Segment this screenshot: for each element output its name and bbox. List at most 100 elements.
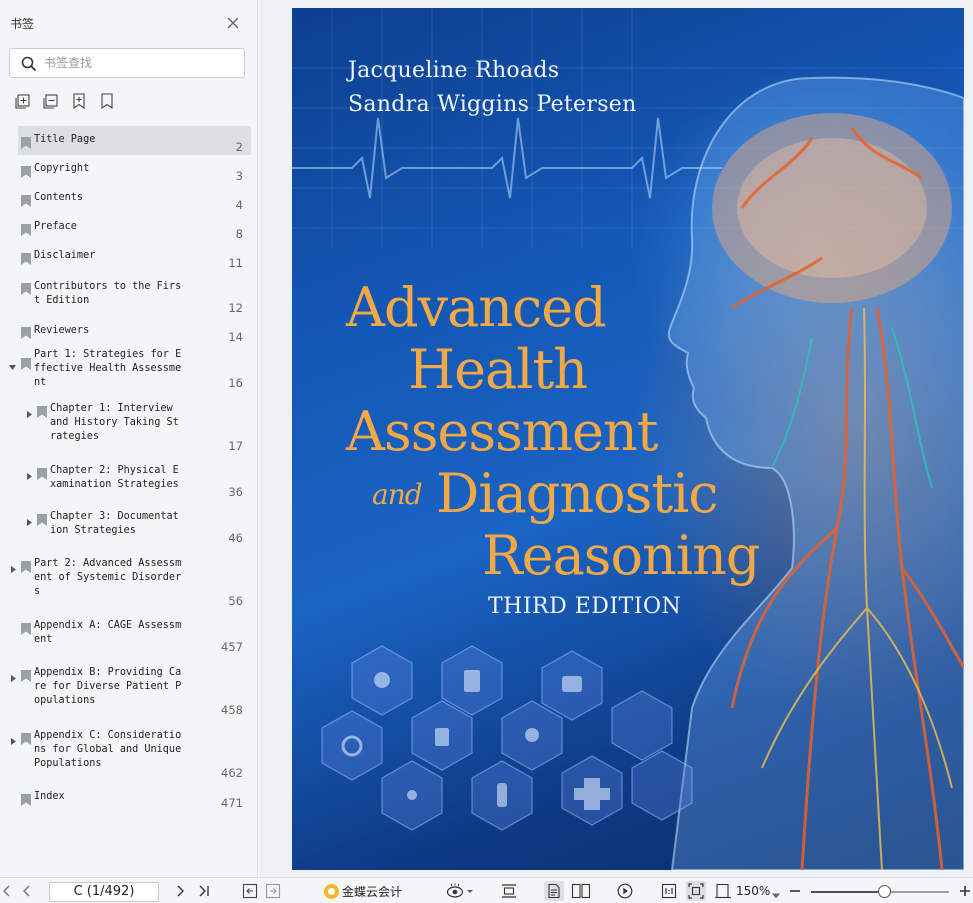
zoom-slider-fill: [811, 891, 885, 893]
next-page-icon[interactable]: [175, 883, 185, 899]
bookmark-item[interactable]: Chapter 1: Interview and History Taking …: [0, 401, 257, 458]
bookmark-flag-icon: [21, 730, 31, 745]
bookmark-label: Part 2: Advanced Assessm ent of Systemic…: [34, 558, 182, 597]
bookmark-item[interactable]: Disclaimer 11: [0, 242, 257, 271]
bookmark-label: Preface: [34, 221, 77, 232]
bookmark-label: Title Page: [34, 134, 96, 145]
expand-arrow-icon[interactable]: [25, 404, 34, 418]
bookmark-flag-icon: [21, 192, 31, 207]
cover-author: Jacqueline Rhoads: [348, 58, 560, 83]
cover-title-line: Health: [408, 338, 588, 401]
read-mode-icon[interactable]: [446, 883, 476, 899]
bookmark-page-number: 457: [221, 640, 243, 654]
bookmark-item[interactable]: Appendix A: CAGE Assessm ent 457: [0, 618, 257, 658]
bookmark-page-number: 11: [228, 256, 243, 270]
zoom-level-dropdown[interactable]: 150%: [736, 884, 770, 898]
go-back-icon[interactable]: [242, 883, 258, 899]
bookmark-item[interactable]: Preface 8: [0, 213, 257, 242]
bookmark-page-number: 458: [221, 703, 243, 717]
bookmark-page-number: 3: [235, 169, 243, 183]
cloud-accounting-label: 金蝶云会计: [342, 884, 403, 899]
bookmark-item[interactable]: Contributors to the Firs t Edition 12: [0, 271, 257, 315]
cover-title-line: Advanced: [346, 276, 607, 339]
bookmark-item[interactable]: Part 1: Strategies for E ffective Health…: [0, 344, 257, 396]
collapse-all-icon[interactable]: [42, 92, 60, 110]
go-forward-icon[interactable]: [265, 883, 281, 899]
expand-arrow-icon[interactable]: [9, 731, 18, 745]
fit-page-icon[interactable]: [686, 881, 706, 901]
zoom-mode-icon[interactable]: [714, 883, 732, 899]
search-icon: [20, 55, 38, 73]
cloud-logo-icon: [324, 883, 339, 899]
bottom-toolbar: C (1/492) 金蝶云会计 150%: [0, 877, 973, 903]
play-icon[interactable]: [617, 883, 633, 899]
bookmark-item[interactable]: Part 2: Advanced Assessm ent of Systemic…: [0, 556, 257, 611]
bookmark-panel: 书签 Title Page 2 Copyrigh: [0, 0, 258, 877]
bookmark-label: Chapter 3: Documentat ion Strategies: [50, 511, 179, 536]
page-number-input[interactable]: C (1/492): [49, 882, 159, 902]
last-page-icon[interactable]: [197, 883, 211, 899]
bookmark-label: Appendix B: Providing Ca re for Diverse …: [34, 667, 182, 706]
bookmark-item[interactable]: Chapter 2: Physical E xamination Strateg…: [0, 463, 257, 504]
bookmark-label: Chapter 2: Physical E xamination Strateg…: [50, 465, 179, 490]
document-viewer[interactable]: Jacqueline Rhoads Sandra Wiggins Peterse…: [259, 0, 973, 877]
first-page-icon[interactable]: [2, 883, 12, 899]
zoom-in-icon[interactable]: [959, 883, 971, 899]
bookmark-panel-header: 书签: [0, 0, 258, 44]
previous-page-icon[interactable]: [22, 883, 32, 899]
bookmark-item[interactable]: Chapter 3: Documentat ion Strategies 46: [0, 509, 257, 550]
cover-author: Sandra Wiggins Petersen: [348, 92, 637, 117]
bookmark-label: Disclaimer: [34, 250, 96, 261]
bookmark-flag-icon: [21, 163, 31, 178]
bookmark-page-number: 14: [228, 330, 243, 344]
book-cover-page: Jacqueline Rhoads Sandra Wiggins Peterse…: [292, 8, 964, 870]
add-bookmark-icon[interactable]: [70, 92, 88, 110]
bookmark-page-number: 36: [228, 485, 243, 499]
expand-arrow-icon[interactable]: [9, 668, 18, 682]
bookmark-item[interactable]: Appendix B: Providing Ca re for Diverse …: [0, 665, 257, 720]
expand-arrow-icon[interactable]: [25, 466, 34, 480]
bookmark-item[interactable]: Contents 4: [0, 184, 257, 213]
expand-arrow-icon[interactable]: [25, 512, 34, 526]
bookmark-flag-icon: [21, 355, 31, 370]
bookmark-label: Contents: [34, 192, 84, 203]
chevron-down-icon[interactable]: [772, 888, 780, 899]
bookmark-flag-icon: [21, 620, 31, 635]
bookmark-page-number: 12: [228, 301, 243, 315]
bookmark-label: Index: [34, 791, 65, 802]
expand-all-icon[interactable]: [14, 92, 32, 110]
zoom-slider-thumb[interactable]: [877, 885, 891, 898]
bookmark-label: Appendix A: CAGE Assessm ent: [34, 620, 182, 645]
cover-edition: THIRD EDITION: [488, 594, 682, 619]
bookmark-flag-icon: [21, 280, 31, 295]
bookmark-page-number: 46: [228, 531, 243, 545]
bookmark-flag-icon: [21, 221, 31, 236]
expand-arrow-icon[interactable]: [9, 559, 18, 573]
fit-width-icon[interactable]: [501, 883, 517, 899]
cloud-accounting-button[interactable]: 金蝶云会计: [324, 883, 402, 899]
bookmark-item[interactable]: Index 471: [0, 788, 257, 816]
double-page-icon[interactable]: [571, 883, 591, 899]
bookmark-icon[interactable]: [98, 92, 116, 110]
bookmark-label: Part 1: Strategies for E ffective Health…: [34, 349, 182, 388]
bookmark-item[interactable]: Reviewers 14: [0, 315, 257, 344]
bookmark-item[interactable]: Title Page 2: [18, 126, 251, 155]
bookmark-flag-icon: [21, 791, 31, 806]
bookmark-flag-icon: [37, 511, 47, 526]
bookmark-flag-icon: [21, 667, 31, 682]
bookmark-label: Appendix C: Consideratio ns for Global a…: [34, 730, 182, 769]
collapse-arrow-icon[interactable]: [8, 357, 17, 370]
close-icon[interactable]: [224, 14, 242, 32]
bookmark-page-number: 4: [235, 198, 243, 212]
actual-size-icon[interactable]: [661, 883, 677, 899]
cover-title-and: and: [372, 478, 423, 511]
single-page-icon[interactable]: [544, 881, 564, 901]
bookmark-page-number: 8: [235, 227, 243, 241]
bookmark-search-input[interactable]: [44, 53, 234, 73]
bookmark-flag-icon: [21, 134, 31, 149]
bookmark-page-number: 2: [235, 140, 243, 154]
bookmark-item[interactable]: Copyright 3: [0, 155, 257, 184]
zoom-out-icon[interactable]: [789, 883, 801, 899]
bookmark-item[interactable]: Appendix C: Consideratio ns for Global a…: [0, 728, 257, 783]
bookmark-search-box[interactable]: [9, 48, 245, 78]
